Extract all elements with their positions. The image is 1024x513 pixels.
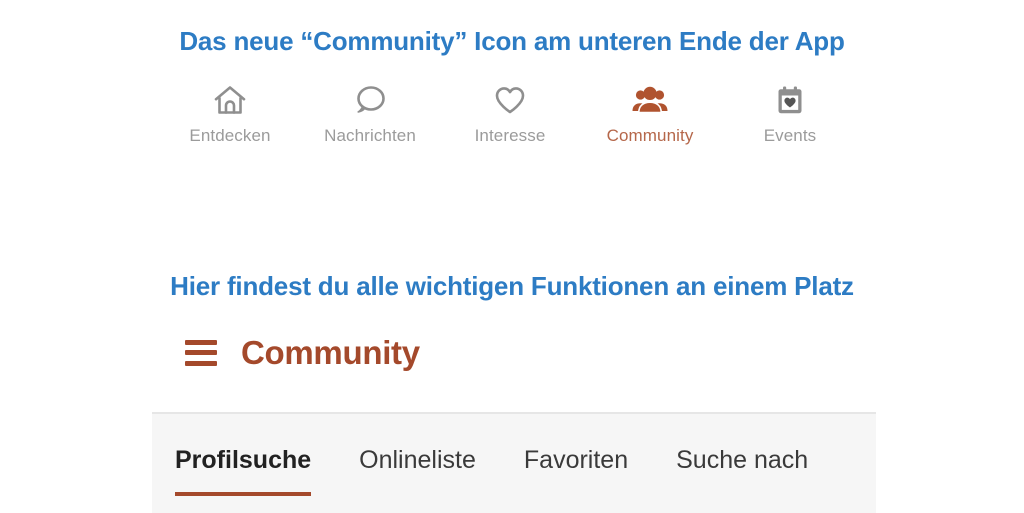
nav-label-entdecken: Entdecken: [189, 126, 270, 146]
bottom-nav-bar: Entdecken Nachrichten Interesse: [160, 80, 860, 146]
home-icon: [213, 80, 247, 120]
tab-suche-nach[interactable]: Suche nach: [676, 446, 808, 475]
hamburger-bar-middle: [185, 350, 217, 355]
nav-item-nachrichten[interactable]: Nachrichten: [300, 80, 440, 146]
tab-list: Profilsuche Onlineliste Favoriten Suche …: [152, 446, 856, 475]
nav-label-interesse: Interesse: [475, 126, 546, 146]
calendar-heart-icon: [773, 80, 807, 120]
tab-favoriten[interactable]: Favoriten: [524, 446, 628, 475]
chat-bubble-icon: [353, 80, 387, 120]
hamburger-bar-bottom: [185, 361, 217, 366]
tab-onlineliste[interactable]: Onlineliste: [359, 446, 476, 475]
nav-label-community: Community: [607, 126, 694, 146]
hamburger-bar-top: [185, 340, 217, 345]
nav-label-events: Events: [764, 126, 817, 146]
nav-item-events[interactable]: Events: [720, 80, 860, 146]
app-title: Community: [241, 336, 420, 369]
hamburger-menu-icon[interactable]: [185, 340, 217, 366]
heart-icon: [493, 80, 527, 120]
active-tab-underline: [175, 492, 311, 496]
people-group-icon: [630, 80, 670, 120]
app-header: Community: [185, 336, 420, 369]
nav-label-nachrichten: Nachrichten: [324, 126, 416, 146]
tab-profilsuche[interactable]: Profilsuche: [175, 446, 311, 475]
nav-item-interesse[interactable]: Interesse: [440, 80, 580, 146]
page-title-primary: Das neue “Community” Icon am unteren End…: [0, 26, 1024, 57]
nav-item-community[interactable]: Community: [580, 80, 720, 146]
page-title-secondary: Hier findest du alle wichtigen Funktione…: [0, 271, 1024, 302]
nav-item-entdecken[interactable]: Entdecken: [160, 80, 300, 146]
tab-bar-panel: Profilsuche Onlineliste Favoriten Suche …: [152, 412, 876, 513]
